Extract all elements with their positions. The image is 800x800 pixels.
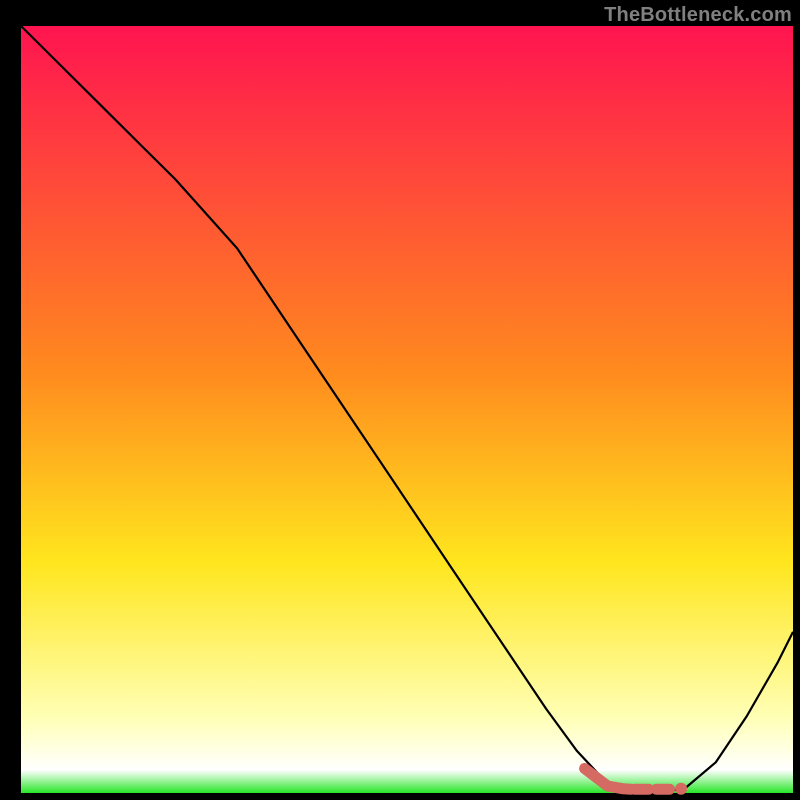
watermark-text: TheBottleneck.com [604,4,792,27]
chart-svg [0,0,800,800]
optimal-zone-dot [675,783,687,795]
chart-stage: TheBottleneck.com [0,0,800,800]
